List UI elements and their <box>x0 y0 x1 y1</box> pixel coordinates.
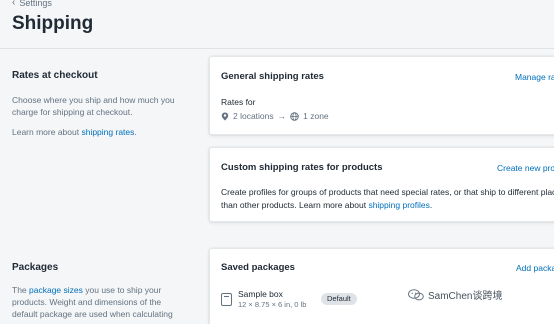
custom-line2-suffix: . <box>429 200 433 210</box>
package-dimensions: 12 × 8.75 × 6 in, 0 lb <box>238 300 307 309</box>
locations-zones-row: 2 locations → 1 zone <box>221 111 329 121</box>
custom-rates-description-line1: Create profiles for groups of products t… <box>221 187 554 197</box>
page-title: Shipping <box>12 13 94 34</box>
package-sizes-link[interactable]: package sizes <box>29 285 83 295</box>
locations-count: 2 locations <box>233 111 274 121</box>
breadcrumb[interactable]: ‹ Settings <box>12 0 93 9</box>
rates-section-description: Choose where you ship and how much you c… <box>12 95 175 117</box>
general-rates-card: General shipping rates Manage rates Rate… <box>209 56 554 135</box>
wechat-icon <box>408 288 424 300</box>
globe-icon <box>290 111 299 121</box>
packages-desc-suffix: you use to ship your <box>82 285 162 295</box>
packages-desc-prefix: The <box>12 285 30 295</box>
package-name: Sample box <box>238 289 283 299</box>
custom-line2-prefix: than other products. Learn more about <box>221 200 369 210</box>
saved-packages-title: Saved packages <box>221 262 295 273</box>
add-package-link[interactable]: Add package <box>516 263 554 273</box>
watermark: SamChen谈跨境 <box>408 287 502 302</box>
rates-section-heading: Rates at checkout <box>12 70 98 81</box>
custom-rates-card: Custom shipping rates for products Creat… <box>209 147 554 222</box>
rates-learn-suffix: . <box>134 127 137 137</box>
location-pin-icon <box>221 112 229 120</box>
rates-learn-more: Learn more about shipping rates. <box>12 126 184 138</box>
arrow-right-icon: → <box>277 111 287 121</box>
shipping-rates-link[interactable]: shipping rates <box>81 127 134 137</box>
shipping-profiles-link[interactable]: shipping profiles <box>368 200 429 210</box>
rates-for-label: Rates for <box>221 97 256 107</box>
manage-rates-link[interactable]: Manage rates <box>515 72 554 82</box>
breadcrumb-settings[interactable]: Settings <box>19 0 52 8</box>
package-box-icon <box>221 293 232 306</box>
create-profile-link[interactable]: Create new profile <box>497 163 554 173</box>
packages-description-line3: default package are used when calculatin… <box>12 309 173 319</box>
watermark-text: SamChen谈跨境 <box>428 291 503 302</box>
packages-description-line1: The package sizes you use to ship your <box>12 284 184 296</box>
saved-packages-card: Saved packages Add package Sample box 12… <box>209 248 554 324</box>
chevron-left-icon: ‹ <box>12 0 16 8</box>
packages-section-heading: Packages <box>12 262 59 273</box>
header-divider <box>0 48 554 49</box>
custom-rates-description-line2: than other products. Learn more about sh… <box>221 200 432 210</box>
page-header: ‹ Settings Shipping <box>12 0 93 35</box>
default-badge: Default <box>321 293 357 305</box>
general-rates-title: General shipping rates <box>221 71 324 82</box>
rates-learn-prefix: Learn more about <box>12 127 82 137</box>
zones-count: 1 zone <box>303 111 329 121</box>
packages-description-line2: products. Weight and dimensions of the <box>12 297 162 307</box>
custom-rates-title: Custom shipping rates for products <box>221 162 383 173</box>
